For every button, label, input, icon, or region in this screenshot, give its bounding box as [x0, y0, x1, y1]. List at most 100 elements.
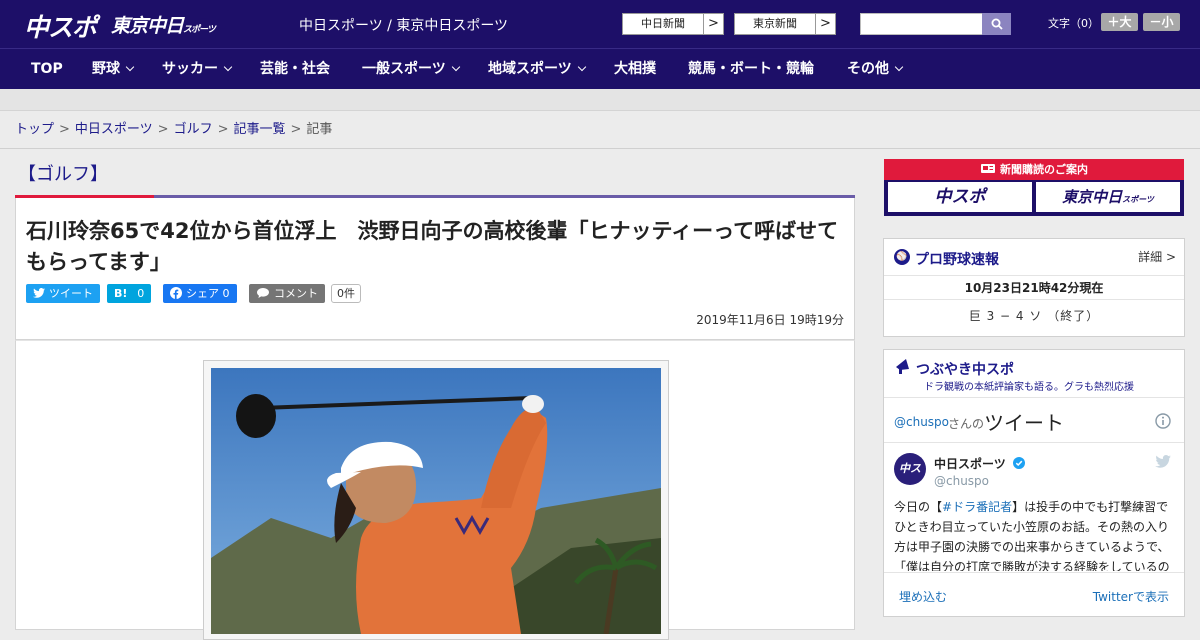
nav-item-entertainment[interactable]: 芸能・社会	[260, 49, 330, 89]
nav-item-sumo[interactable]: 大相撲	[614, 49, 656, 89]
twitter-widget-subtitle: ドラ観戦の本紙評論家も語る。グラも熱烈応援	[924, 382, 1134, 393]
nav-item-label: サッカー	[162, 61, 218, 77]
baseball-updated-time: 10月23日21時42分現在	[884, 275, 1184, 300]
tweet-account-handle[interactable]: @chuspo	[934, 474, 989, 488]
megaphone-icon	[896, 359, 909, 374]
search-input[interactable]	[860, 13, 983, 35]
tweet-label: ツイート	[49, 287, 93, 300]
font-larger-button[interactable]: ＋大	[1101, 13, 1138, 31]
hatena-count: 0	[137, 287, 145, 300]
breadcrumb-current: 記事	[306, 122, 333, 137]
subscribe-tokyo-chunichi-button[interactable]: 東京中日スポーツ	[1036, 182, 1180, 212]
tokyo-chunichi-logo[interactable]: 東京中日スポーツ	[111, 11, 216, 38]
nav-item-baseball[interactable]: 野球	[92, 49, 135, 89]
baseball-scores-widget: ⚾ プロ野球速報 詳細 > 10月23日21時42分現在 巨 3 − 4 ソ （…	[883, 238, 1185, 337]
subscription-banner-header: 新聞購読のご案内	[884, 159, 1184, 180]
nav-item-racing[interactable]: 競馬・ボート・競輪	[688, 49, 814, 89]
subscription-banner[interactable]: 新聞購読のご案内 中スポ 東京中日スポーツ	[884, 159, 1184, 216]
nav-item-label: 大相撲	[614, 61, 656, 77]
chevron-down-icon	[451, 62, 460, 72]
search-icon	[991, 18, 1003, 30]
golfer-photo[interactable]	[211, 368, 661, 634]
nav-item-label: その他	[847, 61, 889, 77]
nav-item-label: 地域スポーツ	[488, 61, 572, 77]
view-on-twitter-link[interactable]: Twitterで表示	[1093, 588, 1169, 605]
nav-item-general-sports[interactable]: 一般スポーツ	[362, 49, 460, 89]
info-icon[interactable]	[1155, 413, 1171, 429]
breadcrumb-separator: >	[59, 122, 70, 137]
breadcrumb-article-list[interactable]: 記事一覧	[234, 122, 286, 137]
twitter-handle-link[interactable]: @chuspo	[894, 415, 949, 429]
newspaper-icon	[981, 164, 995, 173]
breadcrumb-separator: >	[217, 122, 229, 137]
facebook-icon	[170, 287, 182, 299]
tweets-title: ツイート	[984, 411, 1064, 435]
tweets-san-no: さんの	[948, 417, 985, 431]
tweet-account-name-label: 中日スポーツ	[934, 457, 1006, 471]
article-header: 石川玲奈65で42位から首位浮上 渋野日向子の高校後輩「ヒナッティーって呼ばせて…	[15, 198, 855, 340]
tweet-button[interactable]: ツイート	[26, 284, 100, 303]
tokyo-chunichi-logo-main: 東京中日	[111, 15, 184, 37]
top-header: 中スポ 東京中日スポーツ 中日スポーツ / 東京中日スポーツ 中日新聞 > 東京…	[0, 0, 1200, 48]
section-tag[interactable]: 【ゴルフ】	[18, 160, 108, 186]
tokyo-chunichi-logo-small: スポーツ	[183, 25, 216, 35]
subscribe-tokyo-chunichi-small: スポーツ	[1122, 195, 1154, 204]
twitter-widget-footer: 埋め込む Twitterで表示	[884, 572, 1184, 618]
article-photo-area	[15, 340, 855, 640]
font-size-label: 文字（0）	[1048, 17, 1099, 30]
comment-count: 0件	[331, 284, 361, 303]
hatena-icon: B!	[114, 287, 128, 300]
avatar[interactable]: 中スポ	[894, 453, 926, 507]
main-nav: TOP 野球 サッカー 芸能・社会 一般スポーツ 地域スポーツ 大相撲 競馬・ボ…	[0, 48, 1200, 89]
breadcrumb-separator: >	[157, 122, 169, 137]
publish-date: 2019年11月6日 19時19分	[696, 313, 844, 327]
chevron-down-icon	[894, 62, 904, 72]
article-headline: 石川玲奈65で42位から首位浮上 渋野日向子の高校後輩「ヒナッティーって呼ばせて…	[26, 219, 839, 274]
subscribe-chuspo-button[interactable]: 中スポ	[888, 182, 1032, 212]
twitter-bird-icon	[33, 288, 45, 298]
tweet-text: 今日の【#ドラ番記者】は投手の中でも打撃練習でひときわ目立っていた小笠原のお話。…	[894, 497, 1179, 571]
hatena-bookmark-button[interactable]: B! 0	[107, 284, 152, 303]
chunichi-shimbun-link[interactable]: 中日新聞 >	[622, 13, 724, 35]
nav-item-label: 競馬・ボート・競輪	[688, 61, 814, 77]
baseball-widget-title: プロ野球速報	[915, 252, 999, 268]
baseball-icon: ⚾	[894, 249, 910, 265]
photo-frame	[203, 360, 669, 640]
nav-item-regional-sports[interactable]: 地域スポーツ	[488, 49, 586, 89]
nav-item-label: TOP	[31, 61, 63, 77]
twitter-bird-icon[interactable]	[1155, 455, 1171, 468]
chuspo-logo[interactable]: 中スポ	[24, 8, 97, 44]
nav-item-other[interactable]: その他	[847, 49, 904, 89]
site-name: 中日スポーツ / 東京中日スポーツ	[299, 18, 509, 34]
tweet-account-name[interactable]: 中日スポーツ	[934, 455, 1025, 472]
search-button[interactable]	[982, 13, 1011, 35]
nav-item-soccer[interactable]: サッカー	[162, 49, 233, 89]
breadcrumb-separator: >	[290, 122, 302, 137]
facebook-share-button[interactable]: シェア 0	[163, 284, 237, 303]
twitter-widget-title: つぶやき中スポ	[916, 362, 1014, 378]
breadcrumb: トップ > 中日スポーツ > ゴルフ > 記事一覧 > 記事	[0, 112, 1200, 149]
breadcrumb-top[interactable]: トップ	[15, 122, 54, 137]
tweet-hashtag-link[interactable]: #ドラ番記者	[942, 500, 1012, 514]
nav-item-label: 一般スポーツ	[362, 61, 446, 77]
baseball-game-score[interactable]: 巨 3 − 4 ソ （終了）	[884, 307, 1184, 324]
nav-item-label: 野球	[92, 61, 120, 77]
chevron-right-icon: >	[703, 14, 723, 34]
verified-badge-icon	[1012, 457, 1025, 469]
breadcrumb-chunichi-sports[interactable]: 中日スポーツ	[75, 122, 153, 137]
embed-link[interactable]: 埋め込む	[899, 588, 947, 605]
nav-item-top[interactable]: TOP	[31, 49, 63, 89]
font-smaller-button[interactable]: －小	[1143, 13, 1180, 31]
subscription-title: 新聞購読のご案内	[1000, 163, 1088, 176]
baseball-detail-link[interactable]: 詳細 >	[1138, 248, 1176, 265]
tweet-text-part: 今日の【	[894, 500, 943, 514]
tokyo-shimbun-link[interactable]: 東京新聞 >	[734, 13, 836, 35]
header-spacer-band	[0, 89, 1200, 111]
chunichi-shimbun-label: 中日新聞	[641, 17, 685, 30]
facebook-share-label: シェア 0	[186, 287, 230, 300]
chevron-down-icon	[577, 62, 586, 72]
comment-button[interactable]: コメント	[249, 284, 325, 303]
nav-item-label: 芸能・社会	[260, 61, 330, 77]
breadcrumb-golf[interactable]: ゴルフ	[174, 122, 213, 137]
chevron-right-icon: >	[815, 14, 835, 34]
